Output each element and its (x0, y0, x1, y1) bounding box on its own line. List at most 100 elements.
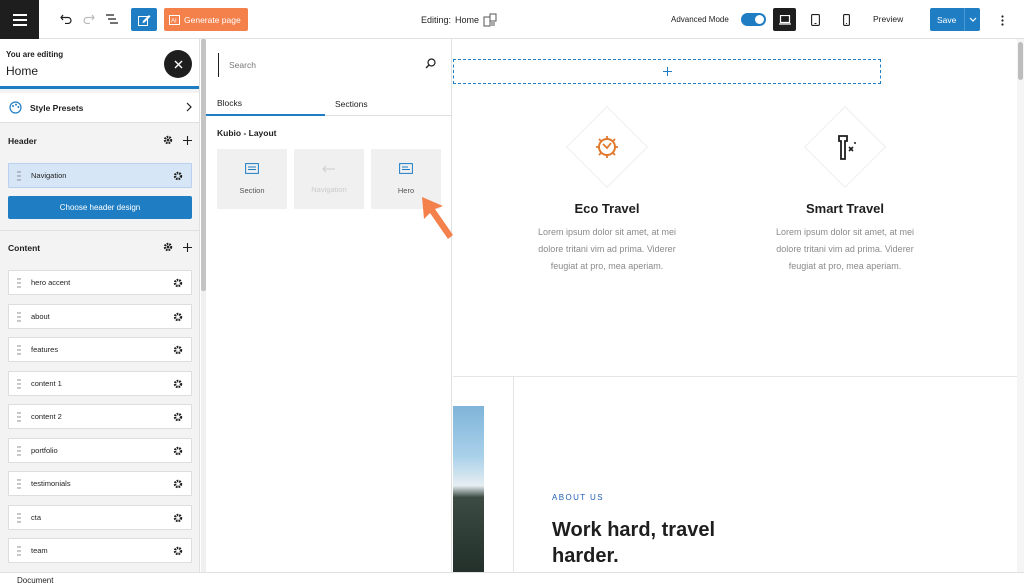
block-category-title: Kubio - Layout (217, 128, 277, 138)
editing-caption: You are editing (6, 50, 64, 59)
drag-handle-icon[interactable] (17, 278, 21, 288)
feature-card[interactable]: Smart Travel Lorem ipsum dolor sit amet,… (725, 105, 965, 275)
section-divider (0, 230, 199, 231)
add-block-row[interactable] (453, 59, 881, 84)
navigation-block-label: Navigation (311, 184, 347, 194)
tab-sections[interactable]: Sections (325, 91, 444, 116)
gear-icon[interactable] (173, 479, 183, 489)
save-button[interactable]: Save (930, 15, 964, 25)
close-sidebar-button[interactable] (164, 50, 192, 78)
editing-page-title: Home (6, 64, 39, 78)
mobile-view-button[interactable] (835, 8, 858, 31)
gear-icon[interactable] (173, 312, 183, 322)
feature-text: Lorem ipsum dolor sit amet, at mei dolor… (775, 227, 915, 271)
content-section-item[interactable]: about (8, 303, 192, 329)
content-section-item[interactable]: features (8, 337, 192, 362)
tablet-view-button[interactable] (804, 8, 827, 31)
section-block-label: Section (239, 186, 265, 195)
drag-handle-icon[interactable] (17, 512, 21, 523)
chevron-right-icon (186, 102, 192, 112)
ai-icon: AI (169, 14, 180, 25)
style-presets-row[interactable]: Style Presets (0, 93, 199, 123)
feature-title: Eco Travel (574, 201, 640, 216)
gear-icon[interactable] (173, 379, 183, 389)
editing-prefix: Editing: (421, 15, 452, 25)
tab-blocks[interactable]: Blocks (206, 91, 325, 116)
menu-button[interactable] (0, 0, 39, 39)
navigation-item[interactable]: Navigation (8, 163, 192, 188)
drag-handle-icon[interactable] (17, 412, 21, 422)
drag-handle-icon[interactable] (17, 171, 21, 181)
hero-icon (399, 163, 413, 174)
generate-page-button[interactable]: AI Generate page (164, 8, 248, 31)
gear-icon[interactable] (173, 278, 183, 288)
more-options-button[interactable] (996, 11, 1008, 29)
page-switch-icon[interactable] (483, 13, 497, 27)
landscape-photo[interactable] (453, 406, 484, 572)
drag-handle-icon[interactable] (17, 546, 21, 556)
gear-icon[interactable] (173, 546, 183, 556)
list-view-button[interactable] (103, 10, 121, 28)
header-section-title: Header (0, 130, 199, 152)
drag-handle-icon[interactable] (17, 378, 21, 389)
save-button-group: Save (930, 8, 980, 31)
plus-icon[interactable] (183, 135, 192, 145)
redo-button[interactable] (80, 10, 98, 28)
kubio-button[interactable] (131, 8, 157, 31)
drag-handle-icon[interactable] (17, 479, 21, 489)
content-section-item[interactable]: content 2 (8, 404, 192, 429)
navigation-item-label: Navigation (31, 171, 67, 180)
content-section-item-label: portfolio (31, 445, 58, 455)
choose-header-design-button[interactable]: Choose header design (8, 196, 192, 219)
feature-card[interactable]: Eco Travel Lorem ipsum dolor sit amet, a… (487, 105, 727, 275)
block-inserter-panel: Search Blocks Sections Kubio - Layout Se… (206, 39, 452, 572)
content-section-item[interactable]: cta (8, 504, 192, 530)
save-options-button[interactable] (964, 8, 980, 31)
mobile-icon (843, 13, 850, 26)
column-divider (513, 377, 514, 572)
drag-handle-icon[interactable] (17, 445, 21, 456)
gear-icon[interactable] (173, 171, 183, 181)
advanced-mode-toggle[interactable] (741, 13, 766, 26)
content-section-item-label: cta (31, 512, 42, 522)
preview-button[interactable]: Preview (873, 14, 903, 24)
block-search-input[interactable]: Search (218, 53, 442, 77)
header-section-label: Header (8, 136, 37, 146)
style-presets-label: Style Presets (30, 102, 84, 113)
chevron-down-icon (969, 17, 976, 22)
canvas-scroll-thumb[interactable] (1018, 42, 1023, 80)
content-section-item[interactable]: portfolio (8, 437, 192, 463)
canvas-scrollbar[interactable] (1017, 39, 1024, 572)
navigation-block[interactable]: Navigation (294, 149, 364, 209)
content-section-item[interactable]: content 1 (8, 370, 192, 396)
content-section-item-label: features (31, 345, 59, 354)
undo-button[interactable] (57, 10, 75, 28)
drag-handle-icon[interactable] (17, 345, 21, 355)
gear-icon[interactable] (173, 513, 183, 523)
desktop-view-button[interactable] (773, 8, 796, 31)
list-view-icon (106, 14, 118, 24)
content-section-item-label: hero accent (31, 278, 71, 287)
section-block[interactable]: Section (217, 149, 287, 209)
gear-icon[interactable] (173, 446, 183, 456)
gear-icon[interactable] (163, 135, 173, 145)
editing-page-name: Home (455, 15, 480, 25)
content-section-item[interactable]: testimonials (8, 471, 192, 496)
redo-icon (83, 14, 95, 24)
about-us-label[interactable]: ABOUT US (552, 493, 604, 502)
drag-handle-icon[interactable] (17, 311, 21, 322)
content-section-item-label: about (31, 311, 50, 321)
hamburger-icon (12, 13, 27, 26)
content-section-item[interactable]: team (8, 538, 192, 563)
plus-icon[interactable] (183, 242, 192, 252)
undo-icon (60, 14, 72, 24)
gear-icon[interactable] (163, 242, 173, 252)
gear-icon[interactable] (173, 412, 183, 422)
smart-travel-icon (838, 135, 856, 160)
gear-icon[interactable] (173, 345, 183, 355)
svg-text:AI: AI (171, 18, 177, 24)
structure-sidebar: You are editing Home Style Presets Heade… (0, 39, 200, 572)
content-section-item[interactable]: hero accent (8, 270, 192, 295)
about-heading[interactable]: Work hard, travel harder. (552, 517, 772, 569)
breadcrumb-document[interactable]: Document (17, 576, 53, 585)
